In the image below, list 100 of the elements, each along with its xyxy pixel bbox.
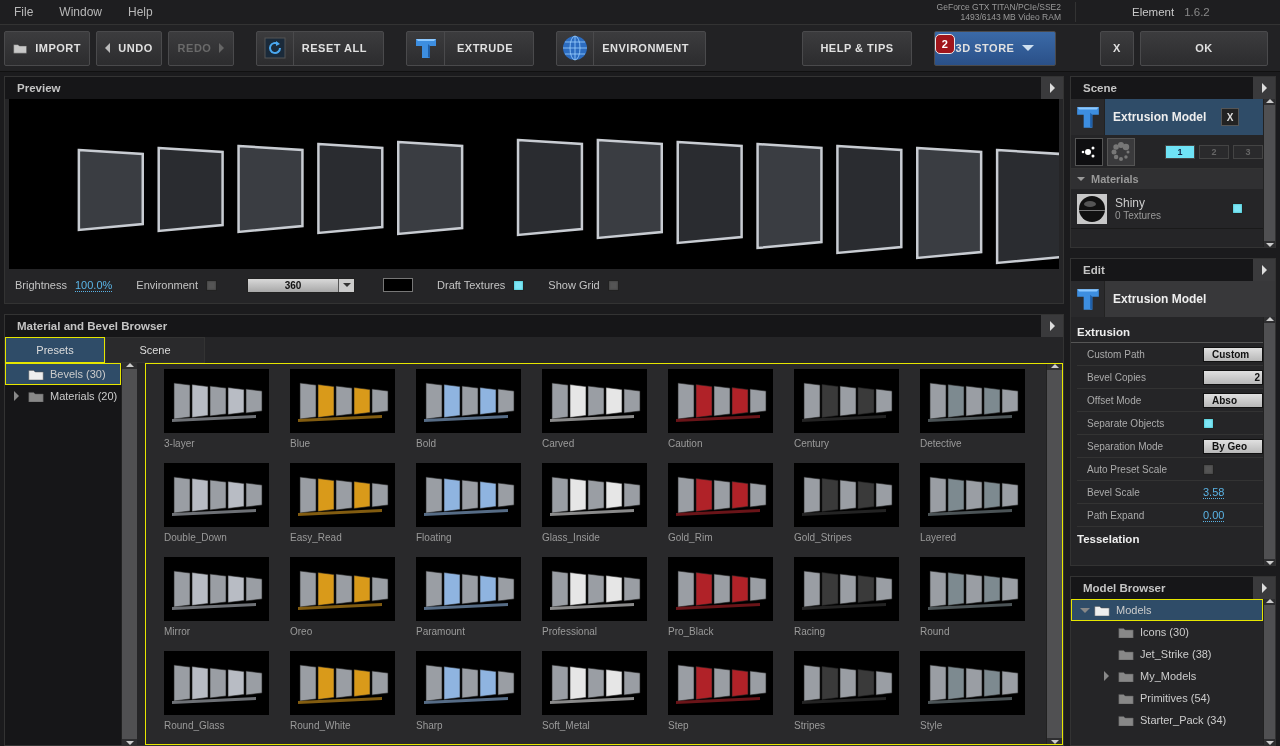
section-title: Tesselation [1077,533,1140,545]
nodes-button[interactable] [1075,137,1103,166]
close-button[interactable]: X [1100,30,1134,66]
expander-icon [14,391,19,401]
draft-textures-checkbox[interactable] [513,279,525,291]
t-block-icon [1074,286,1101,312]
property-label: Path Expand [1087,509,1146,521]
preset-label: 3-layer [164,438,196,449]
panel-title: Scene [1083,82,1117,94]
expand-button[interactable] [1253,259,1275,281]
environment-button[interactable]: ENVIRONMENT [556,30,706,66]
property-checkbox[interactable] [1203,417,1214,429]
property-label: Separation Mode [1087,440,1165,452]
property-checkbox[interactable] [1203,463,1214,475]
material-checkbox[interactable] [1232,203,1243,214]
preset-label: Stripes [794,720,827,731]
tree-item[interactable]: Bevels (30) [5,363,121,385]
scrollbar[interactable] [1263,99,1275,247]
color-swatch[interactable] [383,278,414,292]
preset-label: Paramount [416,626,466,637]
tree-item[interactable]: My_Models [1071,665,1263,687]
preset-label: Sharp [416,720,444,731]
menu-item[interactable]: Window [59,5,103,19]
expand-button[interactable] [1253,77,1275,99]
tab[interactable]: Scene [105,337,205,363]
caret-icon [105,43,111,53]
ok-button[interactable]: OK [1140,30,1268,66]
tree-item[interactable]: Icons (30) [1071,621,1263,643]
dots-button[interactable] [1107,137,1135,166]
folder-icon [1094,603,1110,617]
group-button[interactable]: 1 [1165,144,1195,159]
expand-button[interactable] [1253,577,1275,599]
environment-label: Environment [136,279,199,291]
preset-label: Floating [416,532,453,543]
close-button[interactable]: X [1221,108,1239,126]
scrollbar[interactable] [1263,599,1275,745]
property-label: Separate Objects [1087,417,1166,429]
property-dropdown[interactable]: Abso [1203,392,1263,408]
environment-checkbox[interactable] [206,279,218,291]
property-dropdown[interactable]: Custom [1203,346,1263,362]
globe-icon [562,35,589,61]
property-label: Auto Preset Scale [1087,463,1169,475]
preset-label: Step [668,720,690,731]
folder-icon [1118,691,1134,705]
store-button[interactable]: 2 3D STORE [934,30,1056,66]
scrollbar[interactable] [121,363,137,745]
caret-icon [219,43,225,53]
dots-ring-icon [1110,140,1132,163]
undo-button[interactable]: UNDO [96,30,162,66]
section-title[interactable]: Materials [1091,173,1139,185]
panel-title: Preview [17,82,61,94]
menu-item[interactable]: File [14,5,34,19]
preset-label: Caution [668,438,704,449]
model-name: Extrusion Model [1113,292,1208,306]
tree-item[interactable]: Materials (20) [5,385,121,407]
environment-dropdown[interactable]: 360 [247,277,356,293]
tree-item[interactable]: Starter_Pack (34) [1071,709,1263,731]
property-label: Custom Path [1087,348,1146,360]
folder-icon [1118,713,1134,727]
expander-icon [1104,671,1109,681]
show-grid-label: Show Grid [548,279,600,291]
tab[interactable]: Presets [5,337,105,363]
folder-icon [1118,625,1134,639]
property-field[interactable]: 2 [1203,369,1263,385]
brightness-value[interactable]: 100.0% [75,278,113,292]
preset-label: Racing [794,626,827,637]
preset-label: Round_Glass [164,720,226,731]
folder-icon [1118,647,1134,661]
preset-label: Gold_Stripes [794,532,853,543]
material-detail: 0 Textures [1115,210,1162,221]
scrollbar[interactable] [1263,317,1275,565]
caret-icon [342,283,351,287]
expand-button[interactable] [1041,77,1063,99]
expand-button[interactable] [1041,315,1063,337]
panel-title: Material and Bevel Browser [17,320,168,332]
tree-item[interactable]: Primitives (54) [1071,687,1263,709]
tree-item[interactable]: Models [1071,599,1263,621]
tree-item[interactable]: Jet_Strike (38) [1071,643,1263,665]
notification-badge: 2 [935,33,955,54]
app-version: 1.6.2 [1184,6,1210,18]
caret-icon [1022,45,1035,51]
property-label: Bevel Copies [1087,371,1147,383]
preset-label: Glass_Inside [542,532,601,543]
preset-label: Round [920,626,951,637]
preset-label: Oreo [290,626,314,637]
extrude-button[interactable]: EXTRUDE [406,30,534,66]
scrollbar[interactable] [1046,364,1062,744]
property-label: Offset Mode [1087,394,1143,406]
property-dropdown[interactable]: By Geo [1203,438,1263,454]
property-value[interactable]: 0.00 [1203,508,1225,522]
reset-button[interactable]: RESET ALL [256,30,384,66]
menu-item[interactable]: Help [128,5,153,19]
preset-label: Carved [542,438,576,449]
show-grid-checkbox[interactable] [607,279,619,291]
preset-label: Pro_Black [668,626,715,637]
panel-title: Model Browser [1083,582,1166,594]
t-block-icon [1074,104,1101,130]
import-button[interactable]: IMPORT [4,30,90,66]
property-value[interactable]: 3.58 [1203,485,1225,499]
help-button[interactable]: HELP & TIPS [802,30,912,66]
